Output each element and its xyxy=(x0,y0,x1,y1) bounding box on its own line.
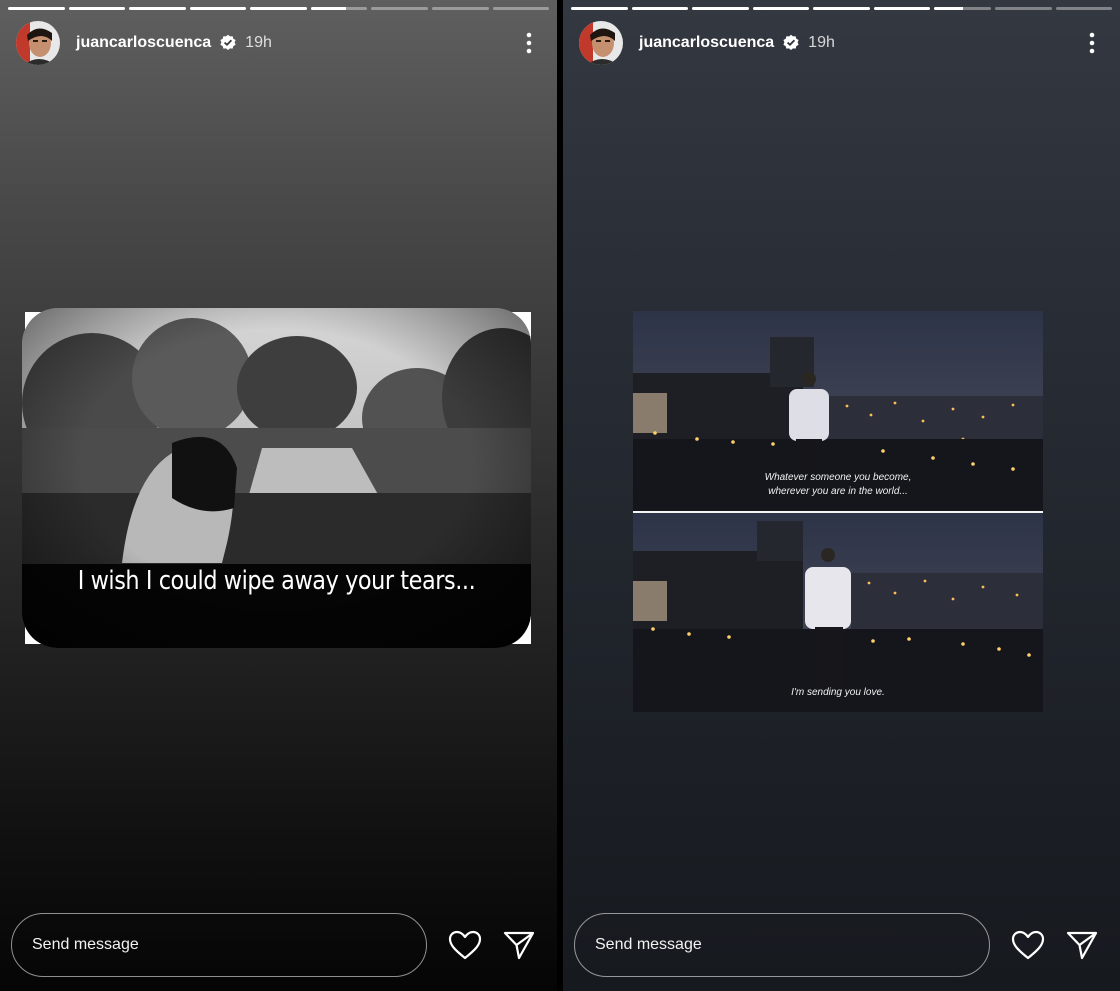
more-options-button[interactable] xyxy=(1080,28,1104,58)
story-footer xyxy=(574,913,1106,977)
progress-segment xyxy=(752,7,810,10)
progress-segment xyxy=(431,7,489,10)
progress-segment xyxy=(631,7,689,10)
subtitle-line: wherever you are in the world... xyxy=(768,486,908,497)
progress-segment xyxy=(492,7,550,10)
story-header: juancarloscuenca 19h xyxy=(579,20,1104,66)
story-image: Whatever someone you become, wherever yo… xyxy=(633,311,1043,712)
send-message-input[interactable] xyxy=(11,913,427,977)
progress-segment xyxy=(189,7,247,10)
progress-segment xyxy=(994,7,1052,10)
progress-segment xyxy=(68,7,126,10)
username[interactable]: juancarloscuenca xyxy=(76,34,211,52)
like-button[interactable] xyxy=(447,927,483,963)
send-message-input[interactable] xyxy=(574,913,990,977)
heart-icon xyxy=(1011,930,1045,960)
story-viewer-left: juancarloscuenca 19h I wish I could wipe… xyxy=(0,0,557,991)
story-image: I wish I could wipe away your tears... xyxy=(22,308,531,648)
paper-plane-icon xyxy=(503,931,535,960)
more-vertical-icon xyxy=(1089,32,1095,54)
subtitle-line: Whatever someone you become, xyxy=(764,472,912,483)
progress-segment xyxy=(934,7,991,10)
subtitle-top: Whatever someone you become, wherever yo… xyxy=(633,471,1043,499)
progress-segment xyxy=(571,7,628,10)
post-time: 19h xyxy=(245,34,272,51)
heart-icon xyxy=(448,930,482,960)
story-caption: I wish I could wipe away your tears... xyxy=(77,566,476,596)
like-button[interactable] xyxy=(1010,927,1046,963)
story-footer xyxy=(11,913,543,977)
more-vertical-icon xyxy=(526,32,532,54)
progress-segment xyxy=(8,7,65,10)
story-viewer-right: juancarloscuenca 19h Whatever someone yo… xyxy=(563,0,1120,991)
progress-segment xyxy=(129,7,186,10)
avatar[interactable] xyxy=(16,21,60,65)
subtitle-bottom: I'm sending you love. xyxy=(791,687,885,698)
progress-segment xyxy=(310,7,368,10)
avatar[interactable] xyxy=(579,21,623,65)
share-button[interactable] xyxy=(1064,927,1100,963)
progress-segment xyxy=(1055,7,1113,10)
more-options-button[interactable] xyxy=(517,28,541,58)
share-button[interactable] xyxy=(501,927,537,963)
progress-segment xyxy=(250,7,307,10)
username[interactable]: juancarloscuenca xyxy=(639,34,774,52)
progress-segment xyxy=(371,7,428,10)
story-header: juancarloscuenca 19h xyxy=(16,20,541,66)
post-time: 19h xyxy=(808,34,835,51)
story-progress-bar xyxy=(8,7,550,10)
progress-segment xyxy=(873,7,931,10)
verified-badge-icon xyxy=(782,34,800,52)
progress-segment xyxy=(813,7,870,10)
paper-plane-icon xyxy=(1066,931,1098,960)
verified-badge-icon xyxy=(219,34,237,52)
story-progress-bar xyxy=(571,7,1113,10)
progress-segment xyxy=(692,7,749,10)
